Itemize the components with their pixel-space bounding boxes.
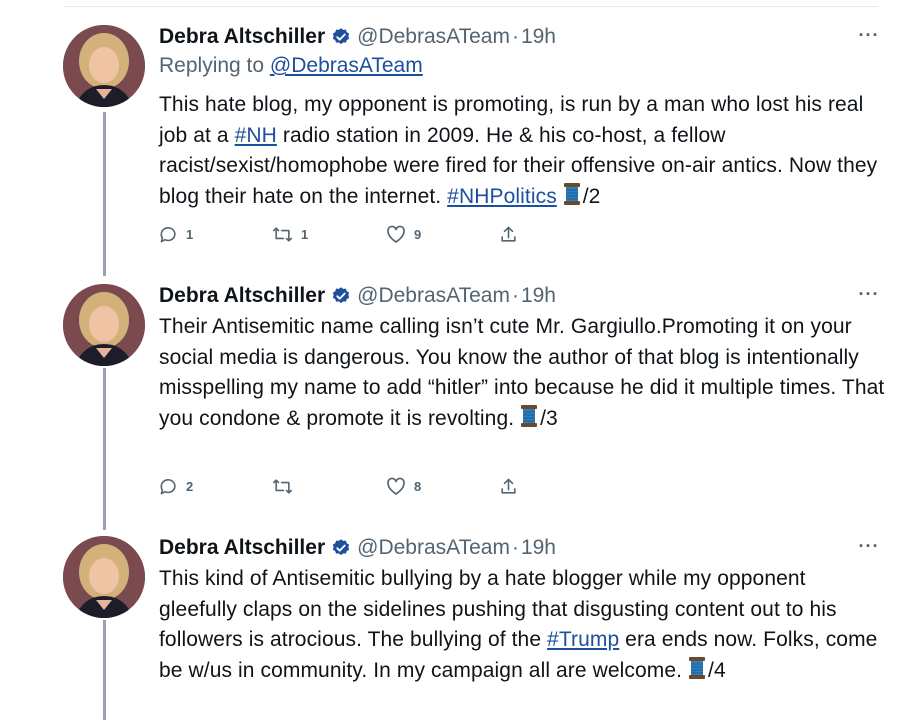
share-button[interactable] [499,474,518,498]
share-icon [499,477,518,496]
avatar[interactable] [63,536,145,618]
heart-icon [386,225,406,244]
retweet-icon [272,225,293,244]
spool-of-thread-icon [688,656,706,690]
retweet-button[interactable] [272,474,301,498]
more-icon[interactable]: ··· [858,283,880,305]
verified-badge-icon [331,27,351,47]
tweet-text: Their Antisemitic name calling isn’t cut… [159,312,889,437]
more-icon[interactable]: ··· [858,535,880,557]
tweet-text: This kind of Antisemitic bullying by a h… [159,564,889,689]
author-name[interactable]: Debra Altschiller [159,536,325,560]
timestamp[interactable]: 19h [521,284,556,308]
separator: · [511,25,519,48]
avatar[interactable] [63,284,145,366]
like-count: 9 [414,226,422,242]
replying-to-handle-link[interactable]: @DebrasATeam [270,54,423,77]
reply-button[interactable]: 1 [159,222,193,246]
tweet-header: Debra Altschiller @DebrasATeam · 19h [159,281,556,311]
separator: · [511,536,519,559]
hashtag-link[interactable]: #NH [235,124,277,147]
author-name[interactable]: Debra Altschiller [159,284,325,308]
replying-to-label: Replying to [159,54,265,77]
divider [64,6,878,7]
more-icon[interactable]: ··· [858,24,880,46]
heart-icon [386,477,406,496]
timestamp[interactable]: 19h [521,25,556,49]
reply-count: 2 [186,478,194,494]
reply-button[interactable]: 2 [159,474,193,498]
separator: · [511,284,519,307]
hashtag-link[interactable]: #Trump [547,628,619,651]
thread-connector-line [103,112,106,276]
tweet-header: Debra Altschiller @DebrasATeam · 19h [159,533,556,563]
reply-icon [159,477,178,496]
spool-of-thread-icon [520,404,538,438]
reply-icon [159,225,178,244]
author-handle[interactable]: @DebrasATeam [357,25,510,49]
replying-to: Replying to @DebrasATeam [159,54,423,78]
like-button[interactable]: 9 [386,222,421,246]
author-handle[interactable]: @DebrasATeam [357,284,510,308]
share-button[interactable] [499,222,518,246]
retweet-count: 1 [301,226,309,242]
share-icon [499,225,518,244]
tweet-text: This hate blog, my opponent is promoting… [159,90,889,215]
hashtag-link[interactable]: #NHPolitics [447,185,557,208]
timestamp[interactable]: 19h [521,536,556,560]
verified-badge-icon [331,286,351,306]
thread-counter: /3 [540,406,558,430]
avatar[interactable] [63,25,145,107]
spool-of-thread-icon [563,182,581,216]
like-button[interactable]: 8 [386,474,421,498]
retweet-icon [272,477,293,496]
thread-page: Debra Altschiller @DebrasATeam · 19h ···… [0,0,909,720]
author-name[interactable]: Debra Altschiller [159,25,325,49]
retweet-button[interactable]: 1 [272,222,308,246]
verified-badge-icon [331,538,351,558]
like-count: 8 [414,478,422,494]
author-handle[interactable]: @DebrasATeam [357,536,510,560]
thread-connector-line [103,368,106,530]
thread-counter: /2 [582,184,601,208]
tweet-header: Debra Altschiller @DebrasATeam · 19h [159,22,556,52]
thread-counter: /4 [708,658,726,682]
reply-count: 1 [186,226,194,242]
thread-connector-line [103,620,106,720]
